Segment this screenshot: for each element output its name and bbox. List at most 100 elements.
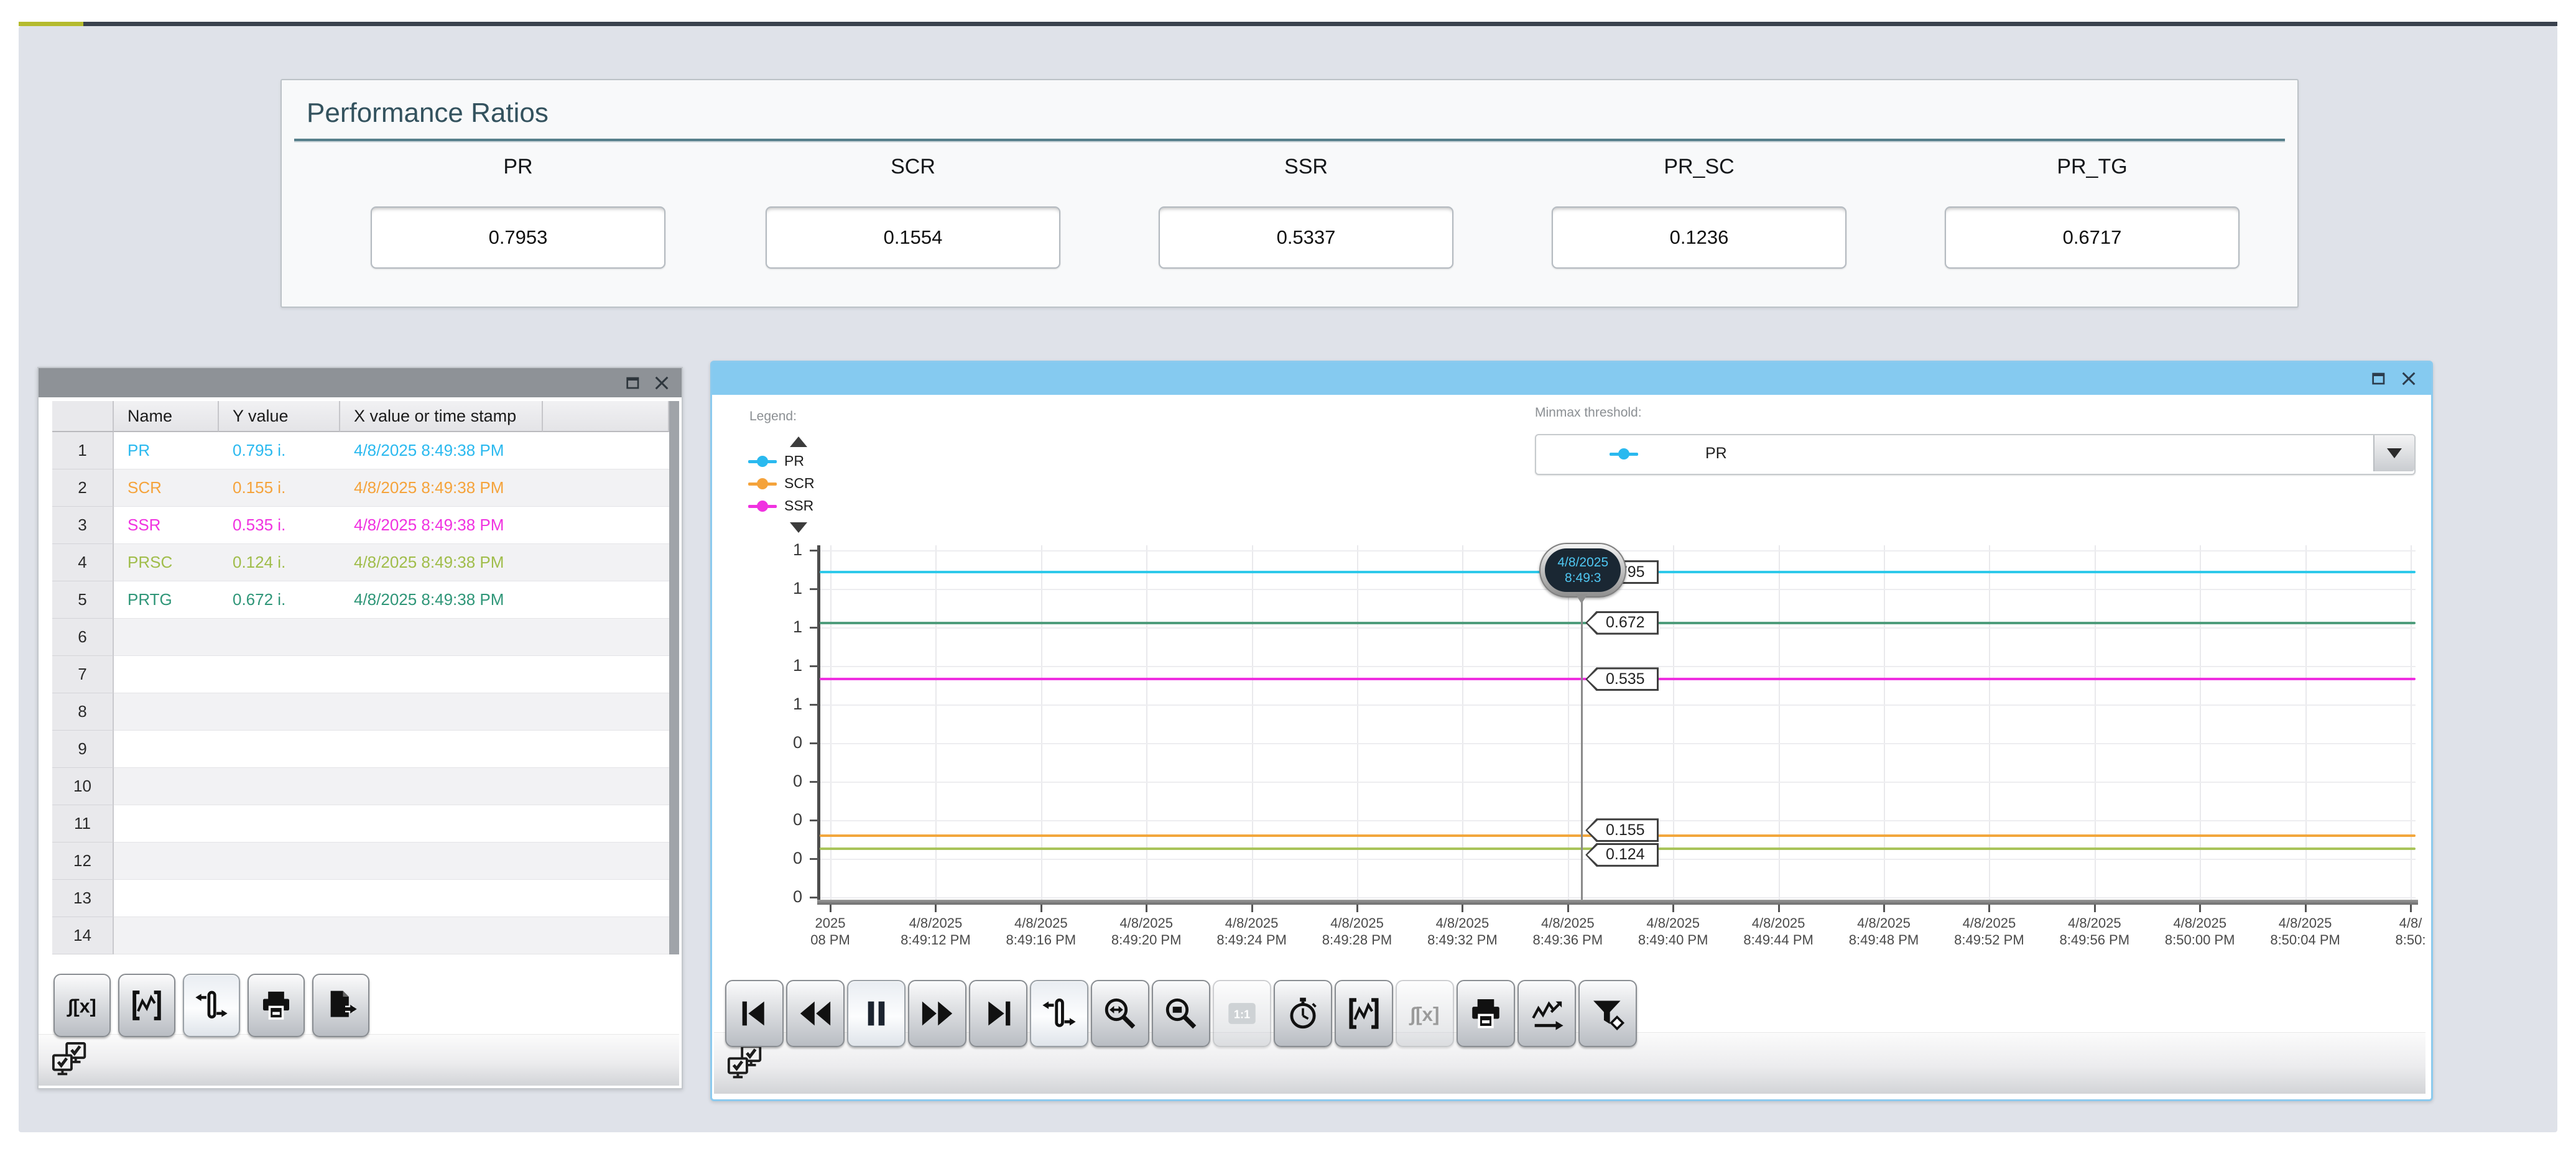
- table-cell[interactable]: 4/8/2025 8:49:38 PM: [340, 469, 543, 507]
- table-cell[interactable]: [114, 880, 219, 917]
- gridline-h: [820, 743, 2416, 744]
- forward-button[interactable]: [908, 980, 966, 1047]
- close-icon[interactable]: [652, 373, 672, 393]
- ruler-button[interactable]: [1030, 980, 1088, 1047]
- zoom-time-button[interactable]: [1091, 980, 1149, 1047]
- table-cell[interactable]: 0.672 i.: [219, 581, 340, 619]
- statistics-button[interactable]: ∫[x]: [53, 974, 111, 1037]
- gridline-v: [1462, 545, 1463, 900]
- table-cell[interactable]: PRTG: [114, 581, 219, 619]
- x-tick-line1: 4/8/2025: [982, 915, 1100, 931]
- zoom-area-button[interactable]: [1152, 980, 1210, 1047]
- rewind-button[interactable]: [786, 980, 845, 1047]
- column-header[interactable]: [543, 401, 669, 432]
- table-cell[interactable]: [543, 693, 669, 731]
- statistics-range-button[interactable]: [118, 974, 175, 1037]
- table-cell[interactable]: [340, 880, 543, 917]
- table-cell[interactable]: [543, 805, 669, 843]
- table-cell[interactable]: [543, 544, 669, 581]
- table-cell[interactable]: SCR: [114, 469, 219, 507]
- table-cell[interactable]: [114, 693, 219, 731]
- table-cell[interactable]: [219, 768, 340, 805]
- value-range-button[interactable]: [1335, 980, 1393, 1047]
- threshold-dropdown[interactable]: PR: [1535, 434, 2416, 475]
- table-cell[interactable]: 0.535 i.: [219, 507, 340, 544]
- print-button[interactable]: [248, 974, 305, 1037]
- go-last-button[interactable]: [969, 980, 1027, 1047]
- table-cell[interactable]: [219, 880, 340, 917]
- table-cell[interactable]: 0.124 i.: [219, 544, 340, 581]
- time-range-button[interactable]: [1274, 980, 1332, 1047]
- legend-scroll-up[interactable]: [790, 436, 807, 447]
- table-cell[interactable]: [219, 693, 340, 731]
- table-cell[interactable]: [219, 917, 340, 954]
- maximize-icon[interactable]: [2369, 369, 2389, 389]
- table-cell[interactable]: [219, 619, 340, 656]
- table-cell[interactable]: [340, 731, 543, 768]
- pause-button[interactable]: [847, 980, 906, 1047]
- table-cell[interactable]: [114, 619, 219, 656]
- table-cell[interactable]: [340, 843, 543, 880]
- column-header[interactable]: [52, 401, 114, 432]
- table-cell[interactable]: 4/8/2025 8:49:38 PM: [340, 432, 543, 469]
- column-header[interactable]: Y value: [219, 401, 340, 432]
- legend-item-pr[interactable]: PR: [748, 453, 804, 469]
- ruler-handle[interactable]: 4/8/20258:49:3: [1539, 543, 1626, 598]
- table-cell[interactable]: [543, 432, 669, 469]
- one-to-one-icon: 1:1: [1224, 995, 1260, 1032]
- table-cell[interactable]: [543, 469, 669, 507]
- ruler-cursor[interactable]: [1581, 595, 1583, 900]
- table-cell[interactable]: [114, 917, 219, 954]
- table-cell[interactable]: [114, 656, 219, 693]
- maximize-icon[interactable]: [623, 373, 643, 393]
- export-trend-button[interactable]: [1517, 980, 1576, 1047]
- table-cell[interactable]: 4/8/2025 8:49:38 PM: [340, 544, 543, 581]
- table-cell[interactable]: [219, 656, 340, 693]
- export-data-button[interactable]: [312, 974, 369, 1037]
- print-button[interactable]: [1457, 980, 1515, 1047]
- gridline-v: [1252, 545, 1253, 900]
- column-header[interactable]: X value or time stamp: [340, 401, 543, 432]
- table-cell[interactable]: [219, 805, 340, 843]
- table-cell[interactable]: [340, 656, 543, 693]
- table-cell[interactable]: [340, 619, 543, 656]
- table-cell[interactable]: [543, 656, 669, 693]
- table-cell[interactable]: [340, 805, 543, 843]
- table-cell[interactable]: PR: [114, 432, 219, 469]
- table-cell[interactable]: [219, 843, 340, 880]
- table-cell[interactable]: 0.795 i.: [219, 432, 340, 469]
- table-cell[interactable]: [543, 880, 669, 917]
- table-cell[interactable]: [114, 731, 219, 768]
- x-tick-label: 4/8/20258:49:16 PM: [982, 915, 1100, 948]
- legend-scroll-down[interactable]: [790, 522, 807, 533]
- table-cell[interactable]: [543, 768, 669, 805]
- table-cell[interactable]: [340, 917, 543, 954]
- table-cell[interactable]: [543, 843, 669, 880]
- threshold-dropdown-button[interactable]: [2373, 435, 2414, 471]
- table-cell[interactable]: 0.155 i.: [219, 469, 340, 507]
- table-cell[interactable]: [340, 693, 543, 731]
- table-cell[interactable]: [114, 805, 219, 843]
- ruler-button[interactable]: [183, 974, 240, 1037]
- table-cell[interactable]: [219, 731, 340, 768]
- table-cell[interactable]: [543, 507, 669, 544]
- table-cell[interactable]: 4/8/2025 8:49:38 PM: [340, 507, 543, 544]
- go-first-button[interactable]: [725, 980, 784, 1047]
- close-icon[interactable]: [2399, 369, 2419, 389]
- table-window-titlebar: [39, 368, 682, 397]
- table-cell[interactable]: [543, 917, 669, 954]
- column-header[interactable]: Name: [114, 401, 219, 432]
- table-cell[interactable]: [543, 581, 669, 619]
- table-cell[interactable]: [114, 843, 219, 880]
- table-cell[interactable]: [114, 768, 219, 805]
- table-cell[interactable]: [340, 768, 543, 805]
- table-cell[interactable]: SSR: [114, 507, 219, 544]
- table-cell[interactable]: [543, 731, 669, 768]
- legend-item-ssr[interactable]: SSR: [748, 497, 813, 514]
- table-cell[interactable]: 4/8/2025 8:49:38 PM: [340, 581, 543, 619]
- table-cell[interactable]: [543, 619, 669, 656]
- table-scrollbar[interactable]: [669, 401, 679, 954]
- legend-item-scr[interactable]: SCR: [748, 475, 815, 492]
- table-cell[interactable]: PRSC: [114, 544, 219, 581]
- filter-button[interactable]: [1578, 980, 1637, 1047]
